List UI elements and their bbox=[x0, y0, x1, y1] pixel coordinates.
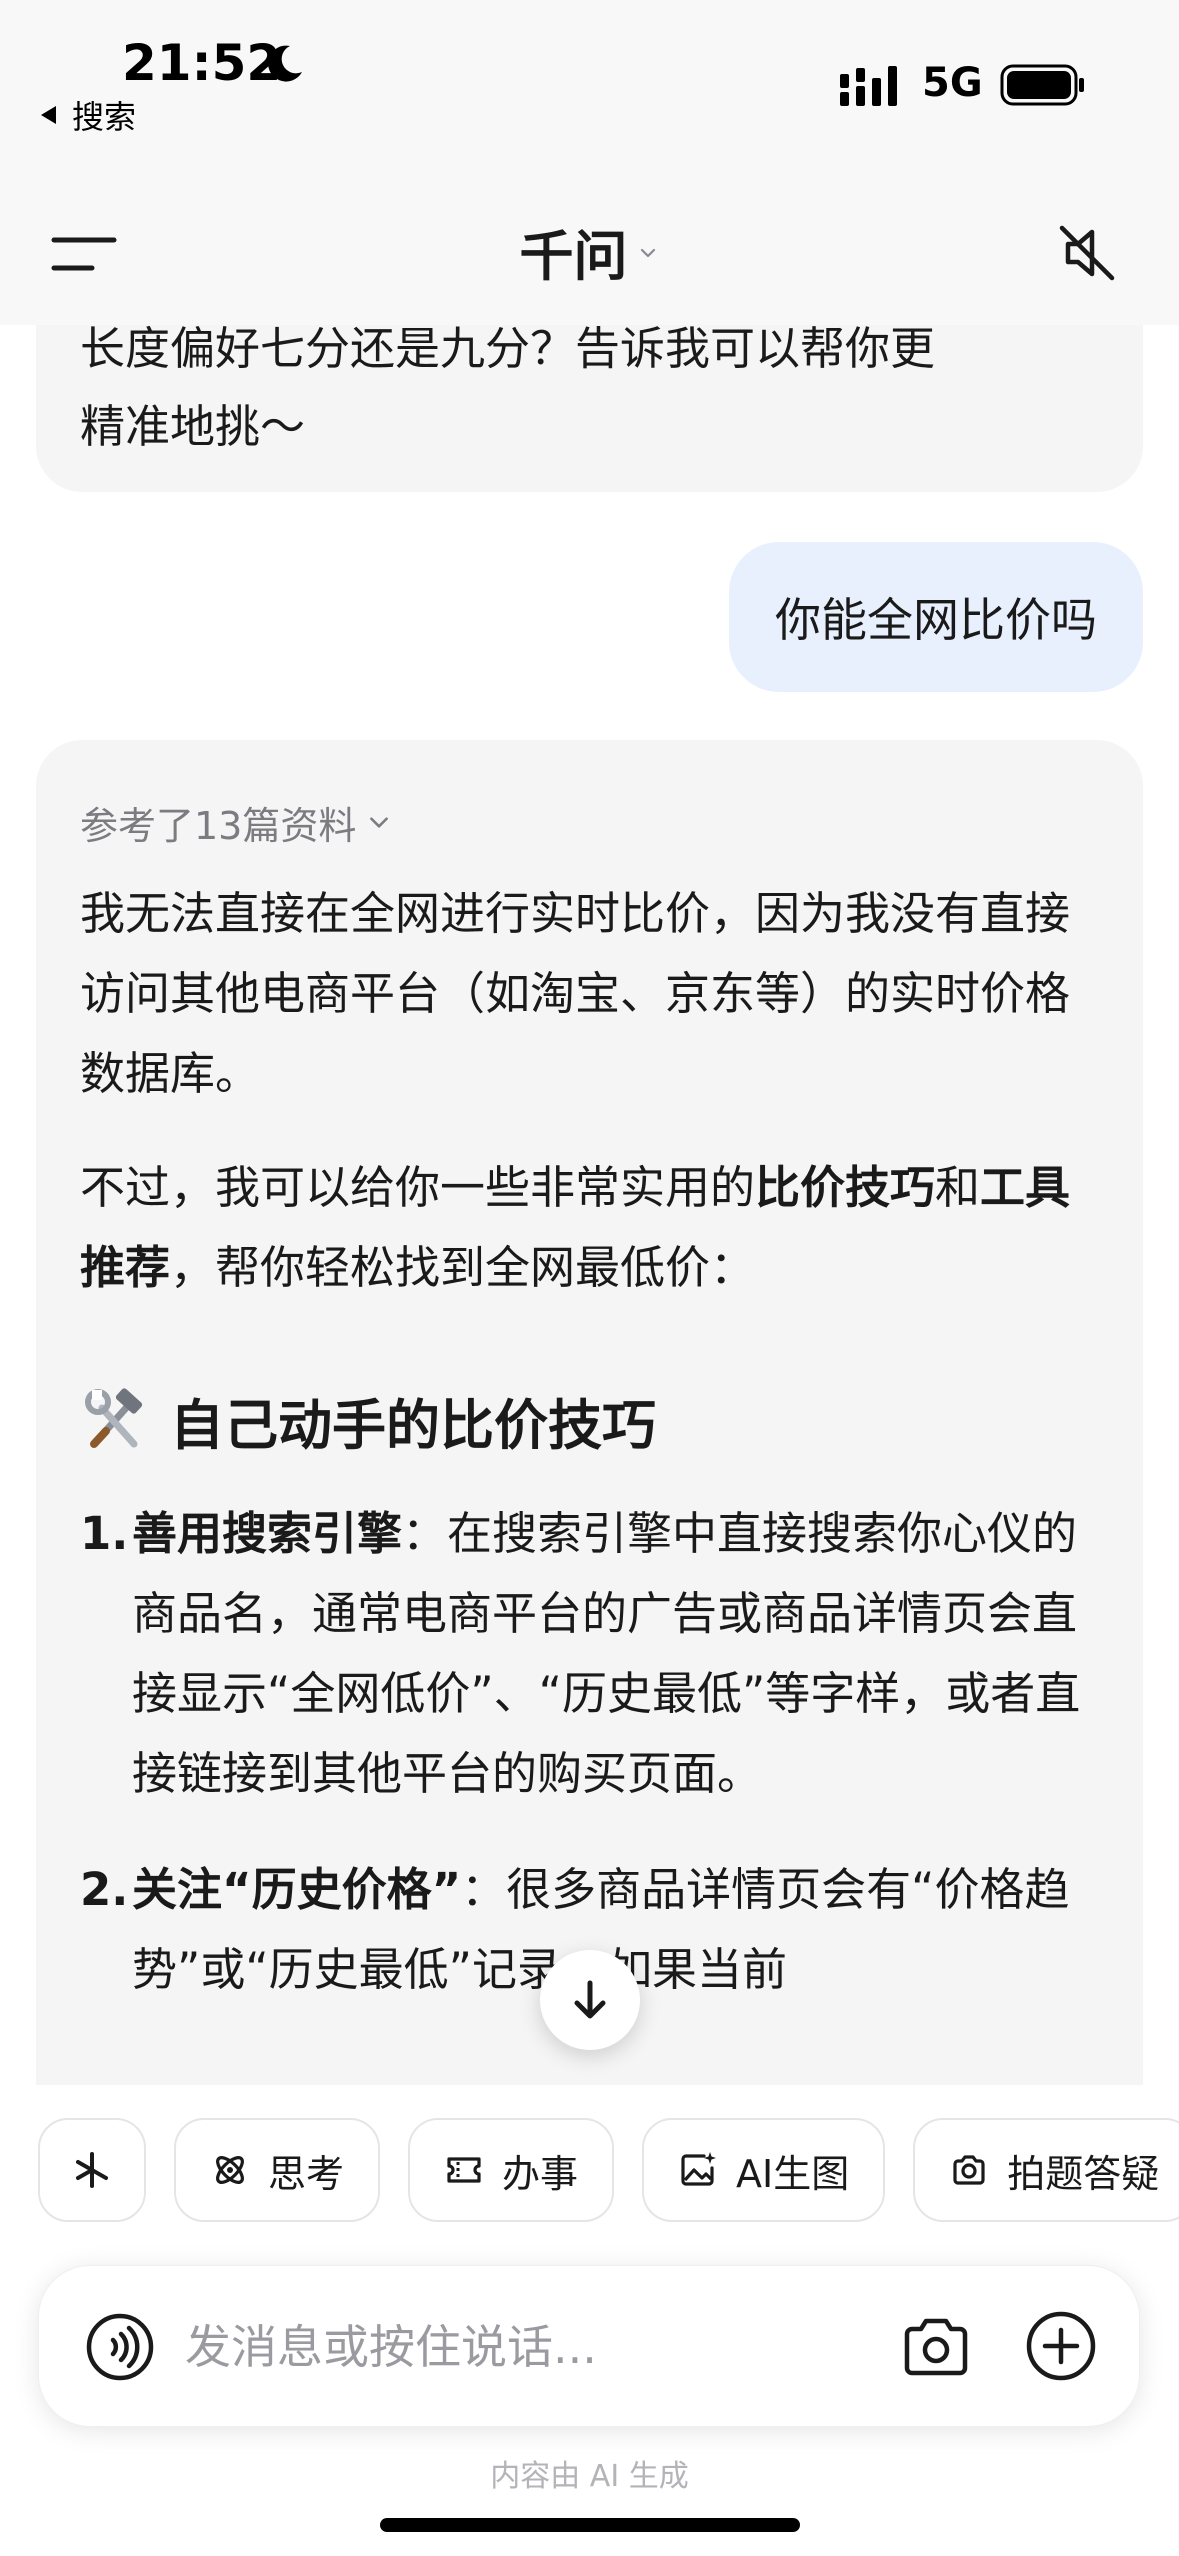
signal-icon bbox=[840, 66, 897, 106]
user-message[interactable]: 你能全网比价吗 bbox=[729, 542, 1143, 692]
sparkle-icon bbox=[76, 2152, 108, 2188]
voice-input-icon[interactable] bbox=[85, 2312, 155, 2382]
chip-label: 办事 bbox=[502, 2151, 579, 2196]
references-label: 参考了13篇资料 bbox=[80, 803, 357, 848]
list-item-number: 2. bbox=[80, 1863, 129, 1916]
ai-paragraph-2-bold-tips: 比价技巧 bbox=[755, 1161, 936, 1214]
network-type: 5G bbox=[922, 60, 983, 106]
user-message-text: 你能全网比价吗 bbox=[775, 593, 1097, 647]
ai-paragraph-1: 我无法直接在全网进行实时比价，因为我没有直接访问其他电商平台（如淘宝、京东等）的… bbox=[80, 887, 1071, 1100]
back-triangle-icon bbox=[41, 106, 56, 124]
ai-paragraph-2-mid: 和 bbox=[935, 1161, 981, 1214]
message-input-bar bbox=[38, 2265, 1140, 2427]
section-heading-text: 自己动手的比价技巧 bbox=[170, 1393, 656, 1457]
add-icon[interactable] bbox=[1025, 2310, 1097, 2382]
list-item-separator: ： bbox=[461, 1863, 507, 1916]
tips-list: 1. 善用搜索引擎：在搜索引擎中直接搜索你心仪的商品名，通常电商平台的广告或商品… bbox=[80, 1494, 1099, 2010]
ai-disclaimer: 内容由 AI 生成 bbox=[490, 2459, 689, 2494]
ai-message: 参考了13篇资料 我无法直接在全网进行实时比价，因为我没有直接访问其他电商平台（… bbox=[36, 740, 1143, 2085]
status-bar: 21:52 搜索 5G bbox=[0, 0, 1179, 150]
chip-label: AI生图 bbox=[736, 2151, 850, 2196]
references-toggle[interactable]: 参考了13篇资料 bbox=[80, 792, 1099, 852]
battery-icon bbox=[1000, 64, 1084, 106]
bottom-panel: 思考 办事 AI生图 拍题答疑 发消息或按住说话... 内容由 AI 生成 bbox=[0, 2085, 1179, 2556]
ai-paragraph-2-prefix: 不过，我可以给你一些非常实用的 bbox=[80, 1161, 756, 1214]
list-item: 1. 善用搜索引擎：在搜索引擎中直接搜索你心仪的商品名，通常电商平台的广告或商品… bbox=[80, 1494, 1099, 1814]
list-item-title: 关注“历史价格” bbox=[132, 1863, 462, 1916]
back-link-label: 搜索 bbox=[72, 98, 137, 136]
chip-sparkle[interactable] bbox=[38, 2118, 146, 2222]
app-header: 千问 bbox=[0, 150, 1179, 325]
arrow-down-icon bbox=[574, 1980, 606, 2019]
chevron-down-icon bbox=[370, 817, 389, 828]
speaker-muted-icon[interactable] bbox=[1054, 220, 1120, 286]
app-title: 千问 bbox=[519, 225, 628, 288]
quick-action-chips: 思考 办事 AI生图 拍题答疑 bbox=[38, 2118, 1179, 2222]
list-item-body: 善用搜索引擎：在搜索引擎中直接搜索你心仪的商品名，通常电商平台的广告或商品详情页… bbox=[132, 1494, 1099, 1814]
chip-ai-image[interactable]: AI生图 bbox=[642, 2118, 886, 2222]
chevron-down-icon bbox=[640, 248, 655, 257]
chip-label: 拍题答疑 bbox=[1007, 2151, 1160, 2196]
chip-label: 思考 bbox=[268, 2151, 345, 2196]
chip-photo-qa[interactable]: 拍题答疑 bbox=[913, 2118, 1179, 2222]
message-input[interactable] bbox=[185, 2306, 885, 2388]
model-selector[interactable]: 千问 bbox=[0, 212, 1179, 291]
ticket-icon bbox=[447, 2157, 481, 2183]
back-to-search-link[interactable]: 搜索 bbox=[38, 92, 136, 138]
moon-icon bbox=[268, 45, 302, 82]
hammer-wrench-icon bbox=[85, 1388, 143, 1448]
status-time: 21:52 bbox=[122, 34, 282, 92]
camera-scan-icon bbox=[953, 2155, 985, 2185]
list-item-number: 1. bbox=[80, 1507, 129, 1560]
previous-ai-last-line: 精准地挑～ bbox=[80, 400, 306, 453]
chip-think[interactable]: 思考 bbox=[174, 2118, 381, 2222]
ai-paragraph-2-suffix: ，帮你轻松找到全网最低价： bbox=[170, 1241, 756, 1294]
camera-icon[interactable] bbox=[901, 2312, 971, 2382]
home-indicator[interactable] bbox=[380, 2518, 800, 2532]
section-heading: 自己动手的比价技巧 bbox=[80, 1380, 1099, 1460]
image-sparkle-icon bbox=[681, 2152, 717, 2186]
chip-tasks[interactable]: 办事 bbox=[408, 2118, 615, 2222]
atom-icon bbox=[216, 2156, 244, 2184]
ai-paragraph-2: 不过，我可以给你一些非常实用的比价技巧和工具推荐，帮你轻松找到全网最低价： bbox=[80, 1148, 1099, 1308]
scroll-to-bottom-button[interactable] bbox=[540, 1950, 640, 2050]
list-item-title: 善用搜索引擎 bbox=[132, 1507, 403, 1560]
list-item-separator: ： bbox=[402, 1507, 448, 1560]
